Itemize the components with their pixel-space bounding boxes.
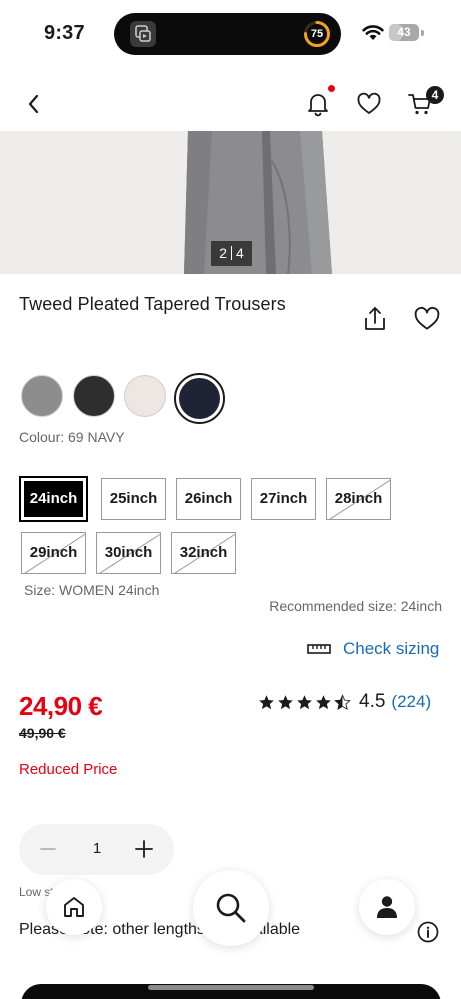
check-sizing-link[interactable]: Check sizing [307, 637, 439, 661]
info-icon [417, 921, 439, 943]
battery-level: 43 [397, 25, 411, 39]
image-counter-divider [231, 246, 232, 260]
size-option-label: 26inch [184, 490, 233, 507]
recommended-size: Recommended size: 24inch [269, 598, 442, 614]
size-option-25inch[interactable]: 25inch [101, 478, 166, 520]
size-option-label: 25inch [109, 490, 158, 507]
cart-count-badge: 4 [426, 86, 444, 104]
status-time: 9:37 [44, 22, 85, 44]
bell-icon [308, 94, 328, 117]
colour-swatch-grey[interactable] [21, 375, 63, 417]
star-full-icon [259, 694, 274, 709]
star-full-icon [278, 694, 293, 709]
minus-icon [40, 848, 56, 850]
size-option-24inch[interactable]: 24inch [19, 476, 88, 522]
product-title: Tweed Pleated Tapered Trousers [19, 294, 286, 314]
decrease-quantity-button[interactable] [35, 836, 61, 862]
image-counter: 24 [211, 241, 252, 266]
product-header [0, 78, 461, 130]
colour-swatch-dark-grey[interactable] [73, 375, 115, 417]
colour-label: Colour: 69 NAVY [19, 429, 125, 445]
review-count-link[interactable]: (224) [391, 692, 431, 712]
dynamic-island: 75 [114, 13, 341, 55]
info-button[interactable] [417, 921, 439, 943]
size-option-28inch[interactable]: 28inch [326, 478, 391, 520]
home-indicator [148, 985, 314, 990]
share-icon [365, 307, 385, 330]
home-icon [64, 897, 84, 917]
search-button[interactable] [193, 870, 269, 946]
product-rating[interactable]: 4.5 (224) [258, 690, 431, 714]
battery-tip [421, 30, 424, 36]
image-counter-current: 2 [219, 245, 227, 261]
star-half-icon [334, 693, 351, 710]
plus-icon [135, 840, 153, 858]
reduced-price-label: Reduced Price [19, 761, 118, 778]
quantity-value: 1 [92, 840, 102, 857]
check-sizing-label: Check sizing [343, 639, 440, 658]
heart-icon [357, 92, 381, 114]
activity-ring-value: 75 [310, 28, 324, 40]
star-full-icon [297, 694, 312, 709]
battery-indicator: 43 [389, 24, 419, 41]
colour-swatch-navy-fill [179, 378, 220, 419]
notification-dot [328, 85, 335, 92]
size-option-27inch[interactable]: 27inch [251, 478, 316, 520]
quantity-stepper: 1 [19, 824, 174, 875]
ruler-icon [307, 644, 331, 654]
size-label: Size: WOMEN 24inch [24, 582, 160, 598]
original-price: 49,90 € [19, 725, 66, 741]
back-button[interactable] [20, 90, 48, 118]
search-icon [216, 893, 246, 923]
colour-swatch-off-white[interactable] [124, 375, 166, 417]
wifi-icon [362, 25, 384, 40]
size-option-30inch[interactable]: 30inch [96, 532, 161, 574]
rating-stars [258, 693, 351, 711]
screen-mirror-icon [130, 21, 156, 47]
chevron-left-icon [28, 94, 39, 114]
user-icon [377, 896, 397, 918]
home-button[interactable] [46, 879, 102, 935]
colour-swatch-navy[interactable] [174, 373, 225, 424]
account-button[interactable] [359, 879, 415, 935]
increase-quantity-button[interactable] [131, 836, 157, 862]
star-full-icon [316, 694, 331, 709]
size-option-29inch[interactable]: 29inch [21, 532, 86, 574]
image-counter-total: 4 [236, 245, 244, 261]
size-option-label: 24inch [29, 490, 78, 507]
sale-price: 24,90 € [19, 691, 103, 721]
size-option-label: 30inch [104, 544, 153, 561]
wishlist-button[interactable] [355, 90, 383, 118]
size-option-label: 29inch [29, 544, 78, 561]
size-option-label: 27inch [259, 490, 308, 507]
add-to-wishlist-button[interactable] [413, 305, 441, 333]
size-option-32inch[interactable]: 32inch [171, 532, 236, 574]
rating-value: 4.5 [359, 691, 386, 712]
size-option-26inch[interactable]: 26inch [176, 478, 241, 520]
notifications-button[interactable] [304, 90, 332, 118]
size-option-label: 28inch [334, 490, 383, 507]
size-option-label: 32inch [179, 544, 228, 561]
heart-icon [414, 306, 440, 330]
share-button[interactable] [361, 305, 389, 333]
status-bar: 9:37 75 43 [0, 0, 461, 70]
